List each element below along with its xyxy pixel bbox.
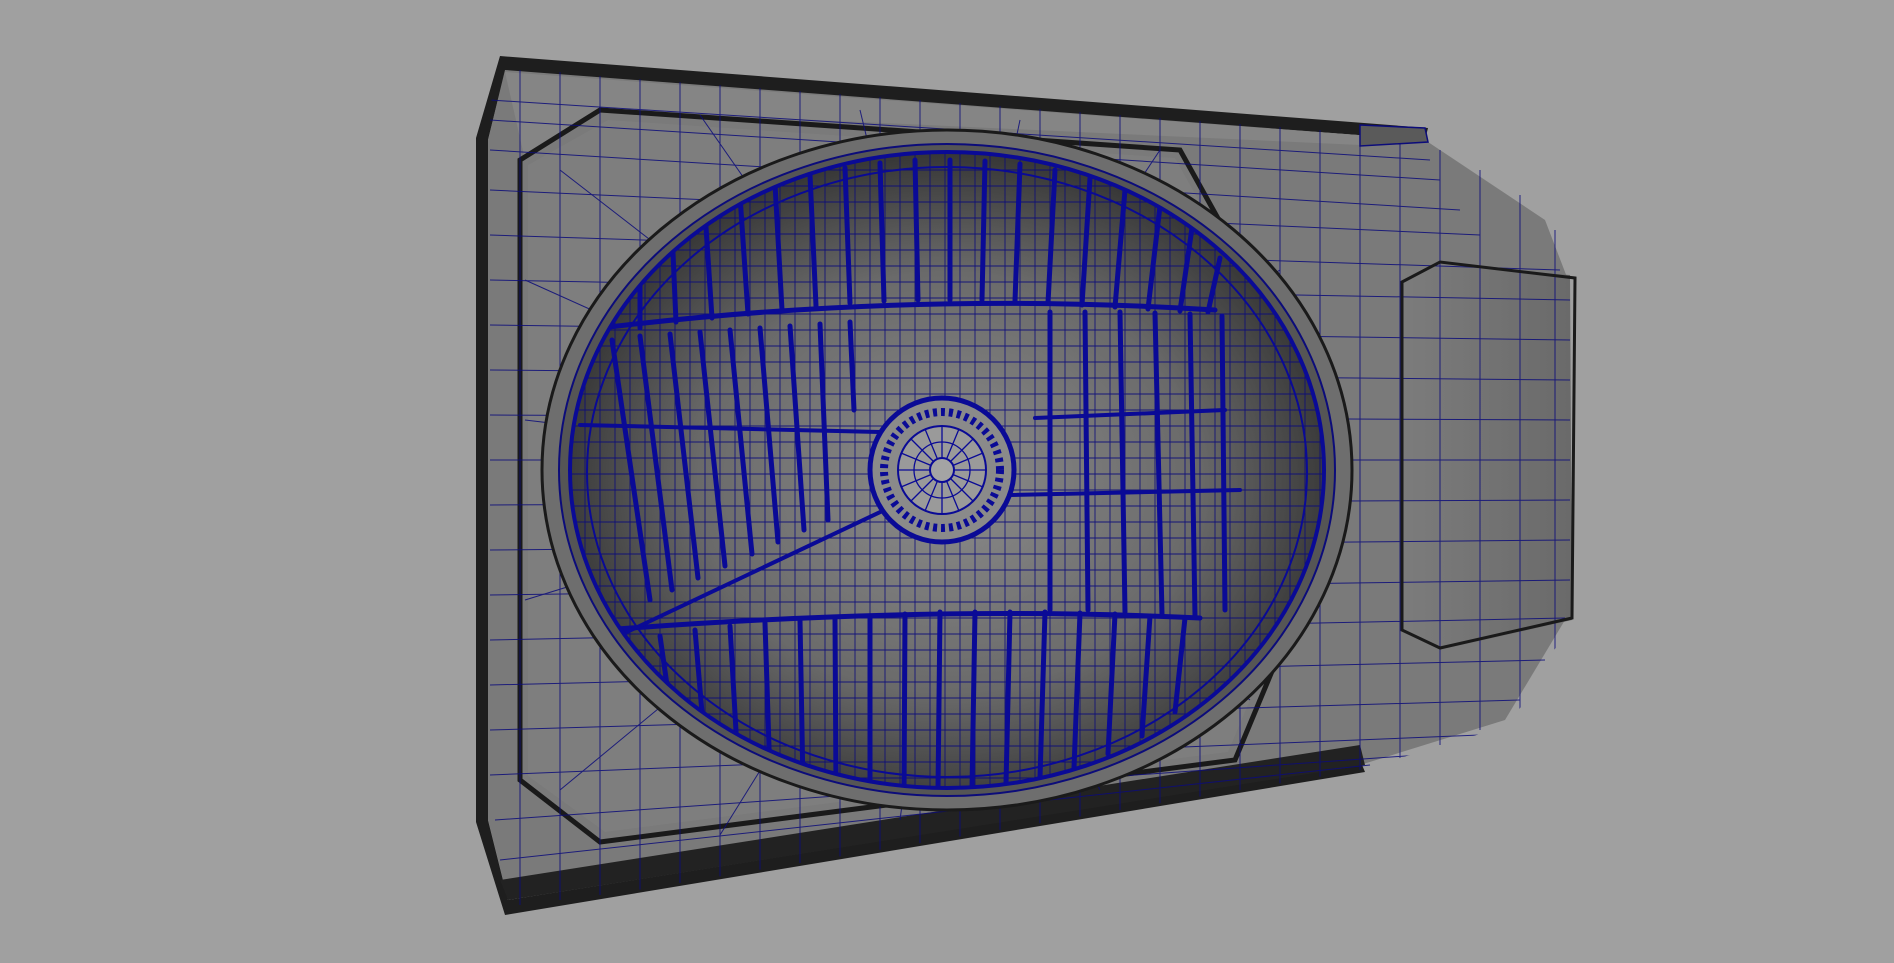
viewport-canvas[interactable]: [0, 0, 1894, 963]
housing-side-block: [1400, 265, 1572, 650]
bulb-socket-center: [929, 457, 955, 483]
3d-viewport[interactable]: [0, 0, 1894, 963]
bulb-socket[interactable]: [867, 395, 1017, 545]
front-tip-outline: [1359, 124, 1429, 147]
